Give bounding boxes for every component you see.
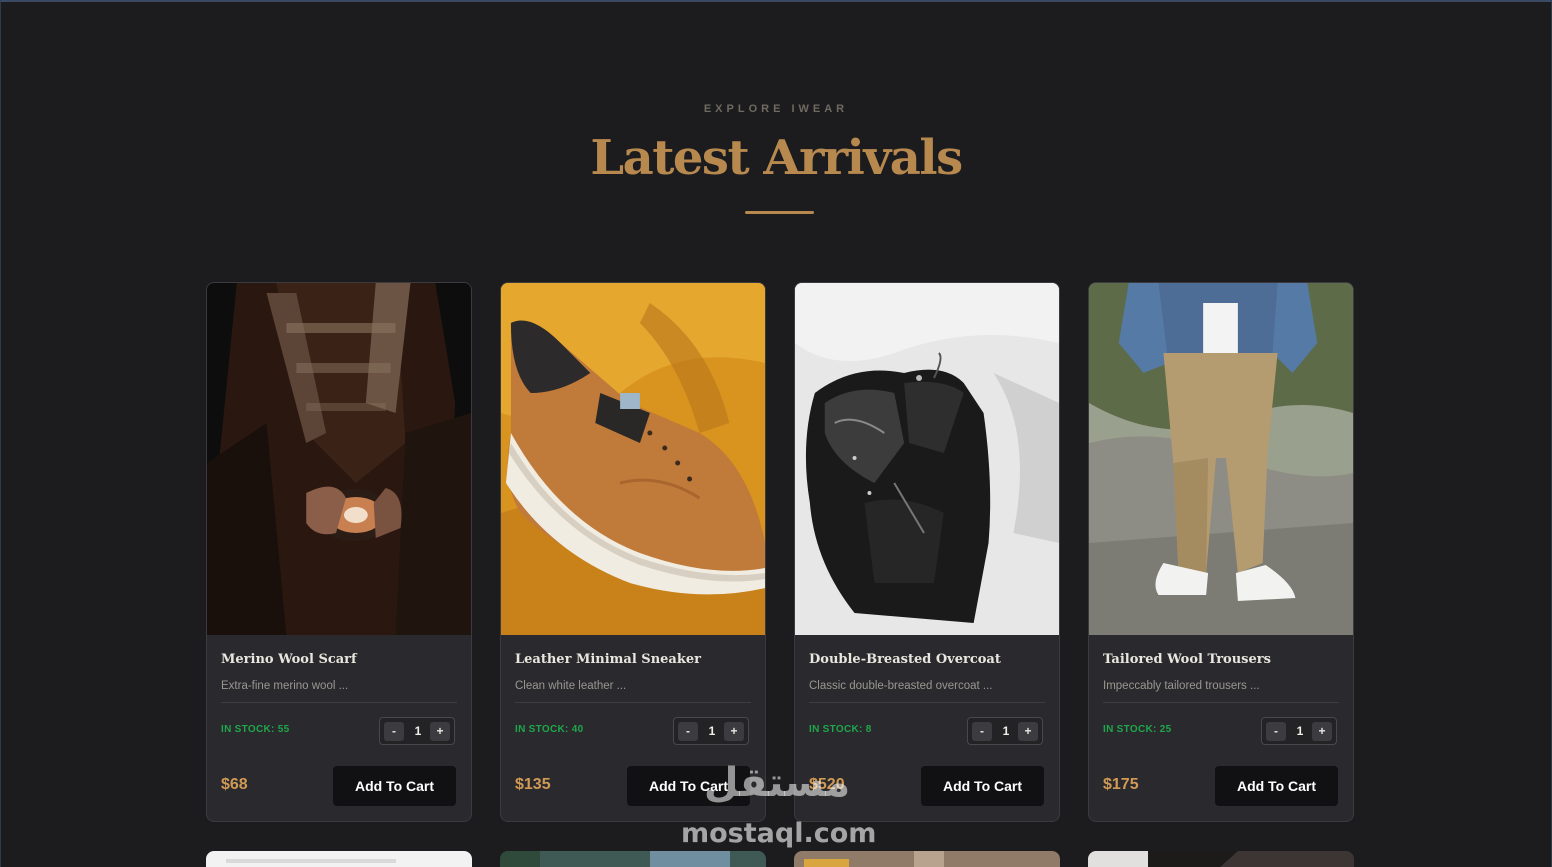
- product-image[interactable]: [795, 283, 1059, 635]
- quantity-decrease-button[interactable]: -: [678, 722, 698, 741]
- card-divider: [221, 702, 457, 703]
- product-name[interactable]: Tailored Wool Trousers: [1103, 652, 1271, 667]
- product-price: $175: [1103, 776, 1139, 793]
- add-to-cart-button[interactable]: Add To Cart: [627, 766, 750, 806]
- page: EXPLORE IWEAR Latest Arrivals Merino Woo…: [0, 0, 1552, 867]
- quantity-decrease-button[interactable]: -: [972, 722, 992, 741]
- product-card[interactable]: Leather Minimal Sneaker Clean white leat…: [500, 282, 766, 822]
- product-description: Classic double-breasted overcoat ...: [809, 680, 993, 692]
- quantity-increase-button[interactable]: +: [430, 722, 450, 741]
- product-card-partial[interactable]: [206, 851, 472, 867]
- stock-status: IN STOCK: 8: [809, 724, 872, 735]
- quantity-stepper: - 1 +: [1261, 717, 1337, 745]
- title-underline: [745, 211, 814, 214]
- product-image[interactable]: [501, 283, 765, 635]
- product-description: Clean white leather ...: [515, 680, 627, 692]
- product-name[interactable]: Double-Breasted Overcoat: [809, 652, 1001, 667]
- quantity-increase-button[interactable]: +: [1018, 722, 1038, 741]
- product-name[interactable]: Leather Minimal Sneaker: [515, 652, 701, 667]
- product-card-partial[interactable]: [500, 851, 766, 867]
- product-price: $68: [221, 776, 248, 793]
- product-name[interactable]: Merino Wool Scarf: [221, 652, 357, 667]
- quantity-increase-button[interactable]: +: [724, 722, 744, 741]
- stock-status: IN STOCK: 40: [515, 724, 584, 735]
- quantity-stepper: - 1 +: [673, 717, 749, 745]
- product-description: Extra-fine merino wool ...: [221, 680, 349, 692]
- add-to-cart-button[interactable]: Add To Cart: [333, 766, 456, 806]
- card-divider: [809, 702, 1045, 703]
- product-card[interactable]: Merino Wool Scarf Extra-fine merino wool…: [206, 282, 472, 822]
- product-card[interactable]: Double-Breasted Overcoat Classic double-…: [794, 282, 1060, 822]
- quantity-stepper: - 1 +: [967, 717, 1043, 745]
- quantity-decrease-button[interactable]: -: [1266, 722, 1286, 741]
- quantity-value[interactable]: 1: [404, 718, 432, 744]
- product-card-partial[interactable]: [1088, 851, 1354, 867]
- add-to-cart-button[interactable]: Add To Cart: [1215, 766, 1338, 806]
- product-price: $520: [809, 776, 845, 793]
- section-eyebrow: EXPLORE IWEAR: [703, 103, 849, 115]
- product-image[interactable]: [207, 283, 471, 635]
- product-image[interactable]: [1089, 283, 1353, 635]
- quantity-increase-button[interactable]: +: [1312, 722, 1332, 741]
- quantity-value[interactable]: 1: [698, 718, 726, 744]
- quantity-decrease-button[interactable]: -: [384, 722, 404, 741]
- add-to-cart-button[interactable]: Add To Cart: [921, 766, 1044, 806]
- product-description: Impeccably tailored trousers ...: [1103, 680, 1260, 692]
- quantity-value[interactable]: 1: [1286, 718, 1314, 744]
- product-card-partial[interactable]: [794, 851, 1060, 867]
- stock-status: IN STOCK: 55: [221, 724, 290, 735]
- product-card[interactable]: Tailored Wool Trousers Impeccably tailor…: [1088, 282, 1354, 822]
- stock-status: IN STOCK: 25: [1103, 724, 1172, 735]
- product-price: $135: [515, 776, 551, 793]
- card-divider: [515, 702, 751, 703]
- quantity-value[interactable]: 1: [992, 718, 1020, 744]
- watermark-latin-text: mostaql.com: [681, 818, 877, 849]
- card-divider: [1103, 702, 1339, 703]
- section-title: Latest Arrivals: [590, 130, 963, 186]
- quantity-stepper: - 1 +: [379, 717, 455, 745]
